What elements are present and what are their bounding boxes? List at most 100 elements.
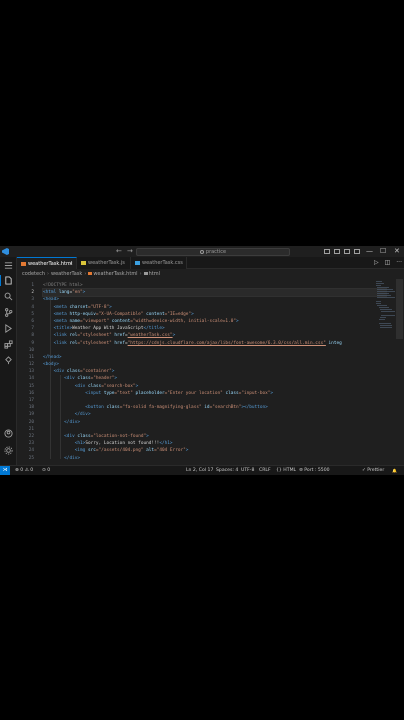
code-line: </div>	[64, 455, 81, 461]
command-center-search[interactable]: practice	[136, 248, 290, 256]
code-line: <meta charset="UTF-8">	[53, 304, 112, 310]
code-line: <input type="text" placeholder="Enter yo…	[85, 390, 274, 396]
code-line: <meta name="viewport" content="width=dev…	[53, 318, 239, 324]
vertical-scrollbar[interactable]	[396, 279, 403, 339]
line-number: 9	[31, 340, 34, 346]
line-number: 20	[28, 419, 34, 425]
code-link[interactable]: "weatherTask.css"	[128, 333, 173, 338]
code-lines: <!DOCTYPE html> <html lang="en"> <head> …	[42, 282, 387, 462]
source-control-icon[interactable]	[4, 308, 13, 317]
accounts-icon[interactable]	[4, 429, 13, 438]
customize-layout-icon[interactable]	[354, 249, 360, 254]
css-file-icon	[135, 261, 140, 265]
toggle-panel-icon[interactable]	[334, 249, 340, 254]
code-line: </div>	[74, 412, 91, 418]
explorer-icon[interactable]	[0, 275, 13, 286]
code-link[interactable]: "https://cdnjs.cloudflare.com/ajax/libs/…	[128, 341, 326, 346]
notifications-bell-icon[interactable]: 🔔	[392, 466, 397, 475]
line-number: 10	[28, 347, 34, 353]
indentation[interactable]: Spaces: 4	[216, 466, 238, 475]
line-number: 12	[28, 362, 34, 368]
search-sidebar-icon[interactable]	[4, 292, 13, 301]
problems-indicator[interactable]: ⊗ 0 ⚠ 0	[15, 466, 33, 475]
line-number: 1	[31, 283, 34, 288]
search-text: practice	[205, 249, 227, 255]
run-debug-icon[interactable]	[4, 324, 13, 333]
tab-label: weatherTask.html	[28, 261, 73, 267]
tab-weathertask-html[interactable]: weatherTask.html ✕	[17, 257, 77, 269]
minimap[interactable]	[374, 279, 396, 465]
line-number: 21	[28, 426, 34, 432]
breadcrumb-item[interactable]: html	[149, 271, 160, 277]
js-file-icon	[81, 261, 86, 265]
line-number: 15	[28, 383, 34, 389]
ports-indicator[interactable]: ⊙ 0	[42, 466, 50, 475]
menu-icon[interactable]	[4, 261, 13, 270]
tab-weathertask-css[interactable]: weatherTask.css	[131, 257, 187, 269]
breadcrumb-item[interactable]: weatherTask.html	[93, 271, 137, 277]
line-number: 2	[31, 290, 34, 296]
code-line: <body>	[43, 362, 59, 368]
status-bar: ⋊ ⊗ 0 ⚠ 0 ⊙ 0 Ln 2, Col 17 Spaces: 4 UTF…	[0, 465, 404, 475]
tab-weathertask-js[interactable]: weatherTask.js	[77, 257, 131, 269]
editor-actions: ▷ ◫ ···	[374, 259, 402, 267]
minimize-button[interactable]: —	[366, 246, 373, 256]
code-line: <div class="header">	[64, 376, 118, 382]
cursor-position[interactable]: Ln 2, Col 17	[186, 466, 213, 475]
editor-tabs: weatherTask.html ✕ weatherTask.js weathe…	[17, 257, 404, 269]
line-number: 13	[28, 369, 34, 375]
prettier-status[interactable]: ✓ Prettier	[362, 466, 384, 475]
code-line: <link rel="stylesheet" href="https://cdn…	[53, 340, 342, 346]
line-number: 22	[28, 433, 34, 439]
code-line: <!DOCTYPE html>	[43, 283, 83, 288]
line-numbers: 1 2 3 4 5 6 7 8 9 10 11 12 13 14 15 16 1…	[17, 282, 37, 462]
language-mode[interactable]: {} HTML	[276, 466, 296, 475]
code-line: </div>	[64, 419, 81, 425]
line-number: 25	[28, 455, 34, 461]
breadcrumb-item[interactable]: weatherTask	[51, 271, 82, 277]
line-number: 6	[31, 318, 34, 324]
close-tab-icon[interactable]: ✕	[69, 258, 73, 270]
manage-gear-icon[interactable]	[4, 446, 13, 455]
code-line: <div class="container">	[53, 369, 115, 375]
line-number: 17	[28, 398, 34, 403]
more-actions-icon[interactable]: ···	[396, 259, 402, 267]
line-number: 4	[31, 304, 34, 310]
tab-label: weatherTask.js	[88, 260, 125, 266]
code-editor[interactable]: 1 2 3 4 5 6 7 8 9 10 11 12 13 14 15 16 1…	[17, 279, 387, 465]
code-line: <div class="location-not-found">	[64, 433, 149, 439]
line-number: 11	[28, 354, 34, 360]
line-number: 16	[28, 390, 34, 396]
html-file-icon	[88, 272, 93, 275]
back-arrow-icon[interactable]: ←	[116, 247, 122, 256]
code-line: <h1>Sorry, Location not found!!!</h1>	[74, 441, 173, 447]
breadcrumb: codetech › weatherTask › weatherTask.html › ht…	[22, 271, 160, 277]
remote-indicator-icon[interactable]: ⋊	[0, 466, 10, 475]
breadcrumb-item[interactable]: codetech	[22, 271, 45, 277]
maximize-button[interactable]: ☐	[380, 246, 386, 256]
line-ending[interactable]: CRLF	[259, 466, 271, 475]
split-editor-icon[interactable]: ◫	[385, 259, 391, 267]
toggle-primary-sidebar-icon[interactable]	[324, 249, 330, 254]
close-window-button[interactable]: ✕	[394, 246, 400, 256]
toggle-secondary-sidebar-icon[interactable]	[344, 249, 350, 254]
encoding[interactable]: UTF-8	[241, 466, 254, 475]
code-line: </head>	[43, 354, 62, 360]
code-line: <link rel="stylesheet" href="weatherTask…	[53, 333, 176, 339]
extensions-icon[interactable]	[4, 340, 13, 349]
line-number: 24	[28, 448, 34, 454]
code-line: <div class="search-box">	[74, 383, 139, 389]
run-icon[interactable]: ▷	[374, 259, 379, 267]
remote-explorer-icon[interactable]	[4, 356, 13, 365]
forward-arrow-icon[interactable]: →	[127, 247, 133, 256]
code-line: <head>	[43, 297, 59, 303]
line-number: 3	[31, 297, 34, 303]
code-line-current: <html lang="en">	[42, 288, 387, 298]
code-line: <button class="fa-solid fa-magnifying-gl…	[85, 405, 268, 411]
vscode-window: ← → practice — ☐ ✕ weatherTask.html ✕ we…	[0, 246, 404, 475]
live-server-port[interactable]: ⊚ Port : 5500	[299, 466, 330, 475]
title-bar: ← → practice — ☐ ✕	[0, 246, 404, 257]
activity-bar	[0, 257, 17, 465]
